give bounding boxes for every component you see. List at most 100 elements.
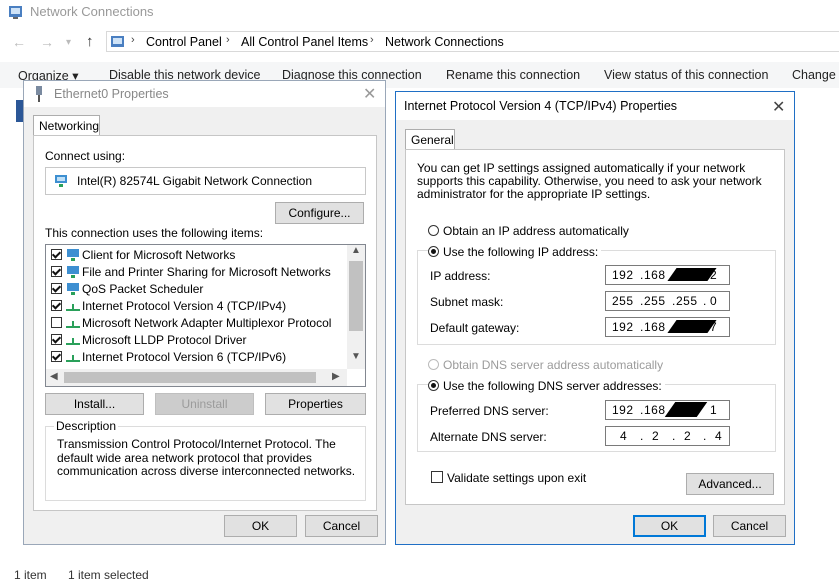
ip-octet: 0 xyxy=(710,294,718,308)
item-label: Client for Microsoft Networks xyxy=(82,248,236,262)
ethernet-icon xyxy=(36,86,42,102)
change-settings-command[interactable]: Change s xyxy=(792,68,839,82)
components-list[interactable]: Client for Microsoft Networks File and P… xyxy=(45,244,366,387)
checkbox-checked[interactable] xyxy=(51,266,62,277)
obtain-dns-auto-option[interactable]: Obtain DNS server address automatically xyxy=(428,358,663,372)
back-arrow-icon[interactable]: ← xyxy=(12,34,26,50)
item-label: File and Printer Sharing for Microsoft N… xyxy=(82,265,331,279)
view-status-command[interactable]: View status of this connection xyxy=(604,68,768,82)
checkbox-checked[interactable] xyxy=(51,249,62,260)
subnet-mask-field[interactable]: 255 . 255 . 255 . 0 xyxy=(605,291,730,311)
ip-octet: 1 xyxy=(710,403,718,417)
tab-label: Networking xyxy=(39,119,100,133)
ok-button[interactable]: OK xyxy=(633,515,706,537)
dialog-title-bar: Internet Protocol Version 4 (TCP/IPv4) P… xyxy=(396,92,794,120)
list-item[interactable]: QoS Packet Scheduler xyxy=(51,281,347,298)
protocol-icon xyxy=(66,304,80,311)
item-label: Microsoft Network Adapter Multiplexor Pr… xyxy=(82,316,332,330)
rename-command[interactable]: Rename this connection xyxy=(446,68,580,82)
breadcrumb-all-items[interactable]: All Control Panel Items xyxy=(241,35,368,49)
close-icon[interactable]: ✕ xyxy=(772,97,785,117)
subnet-mask-label: Subnet mask: xyxy=(430,295,504,309)
file-sharing-icon xyxy=(67,266,79,278)
advanced-button[interactable]: Advanced... xyxy=(686,473,774,495)
ip-octet: 4 xyxy=(715,429,723,443)
breadcrumb-control-panel[interactable]: Control Panel xyxy=(146,35,222,49)
recent-dropdown-icon[interactable]: ▾ xyxy=(66,37,71,48)
adapter-name: Intel(R) 82574L Gigabit Network Connecti… xyxy=(77,174,313,188)
ip-address-field[interactable]: 192 . 168 2 xyxy=(605,265,730,285)
scroll-up-icon[interactable]: ▲ xyxy=(351,245,361,256)
client-network-icon xyxy=(67,249,79,261)
checkbox-checked[interactable] xyxy=(51,334,62,345)
breadcrumb-network-connections[interactable]: Network Connections xyxy=(385,35,504,49)
control-panel-icon xyxy=(9,6,22,19)
default-gateway-label: Default gateway: xyxy=(430,321,520,335)
alternate-dns-field[interactable]: 4 . 2 . 2 . 4 xyxy=(605,426,730,446)
list-item[interactable]: Internet Protocol Version 4 (TCP/IPv4) xyxy=(51,298,347,315)
breadcrumb-separator-icon: › xyxy=(370,34,374,46)
checkbox-checked[interactable] xyxy=(51,351,62,362)
install-button[interactable]: Install... xyxy=(45,393,144,415)
horizontal-scrollbar[interactable]: ◀ ▶ xyxy=(46,369,347,386)
list-item[interactable]: File and Printer Sharing for Microsoft N… xyxy=(51,264,347,281)
hscroll-thumb[interactable] xyxy=(64,372,316,383)
checkbox-checked[interactable] xyxy=(51,300,62,311)
properties-button[interactable]: Properties xyxy=(265,393,366,415)
list-item[interactable]: Internet Protocol Version 6 (TCP/IPv6) xyxy=(51,349,347,366)
radio-selected[interactable] xyxy=(428,380,439,391)
radio-selected[interactable] xyxy=(428,246,439,257)
dialog-title: Internet Protocol Version 4 (TCP/IPv4) P… xyxy=(404,99,678,113)
preferred-dns-label: Preferred DNS server: xyxy=(430,404,549,418)
ok-button[interactable]: OK xyxy=(224,515,297,537)
ethernet-properties-dialog: Ethernet0 Properties ✕ Networking Connec… xyxy=(23,80,386,545)
description-label: Description xyxy=(54,419,119,433)
uninstall-button[interactable]: Uninstall xyxy=(155,393,254,415)
tab-networking[interactable]: Networking xyxy=(33,115,100,136)
ip-octet: 2 xyxy=(710,268,718,282)
cancel-button[interactable]: Cancel xyxy=(305,515,378,537)
scroll-left-icon[interactable]: ◀ xyxy=(50,371,58,382)
protocol-icon xyxy=(66,338,80,345)
default-gateway-field[interactable]: 192 . 168 7 xyxy=(605,317,730,337)
cancel-button[interactable]: Cancel xyxy=(713,515,786,537)
tab-label: General xyxy=(411,133,454,147)
list-item[interactable]: Client for Microsoft Networks xyxy=(51,247,347,264)
forward-arrow-icon[interactable]: → xyxy=(40,34,54,50)
scroll-right-icon[interactable]: ▶ xyxy=(332,371,340,382)
scroll-down-icon[interactable]: ▼ xyxy=(351,351,361,362)
breadcrumb-separator-icon: › xyxy=(131,34,135,46)
validate-settings-option[interactable]: Validate settings upon exit xyxy=(431,471,586,485)
use-following-dns-option[interactable]: Use the following DNS server addresses: xyxy=(428,379,665,393)
checkbox-unchecked[interactable] xyxy=(51,317,62,328)
checkbox-unchecked[interactable] xyxy=(431,471,443,483)
radio-unselected[interactable] xyxy=(428,225,439,236)
ip-octet: 4 xyxy=(620,429,628,443)
vertical-scrollbar[interactable]: ▲ ▼ xyxy=(347,245,365,369)
configure-button[interactable]: Configure... xyxy=(275,202,364,224)
items-label: This connection uses the following items… xyxy=(45,226,264,240)
preferred-dns-field[interactable]: 192 . 168 1 xyxy=(605,400,730,420)
scroll-thumb[interactable] xyxy=(349,261,363,331)
redaction-mark xyxy=(664,402,708,417)
general-panel: You can get IP settings assigned automat… xyxy=(405,149,785,505)
ip-octet: 168 xyxy=(644,403,666,417)
option-label: Obtain an IP address automatically xyxy=(443,224,629,238)
ip-octet: 192 xyxy=(612,320,634,334)
tab-general[interactable]: General xyxy=(405,129,455,150)
list-item[interactable]: Microsoft LLDP Protocol Driver xyxy=(51,332,347,349)
protocol-icon xyxy=(66,321,80,328)
radio-disabled[interactable] xyxy=(428,359,439,370)
use-following-ip-option[interactable]: Use the following IP address: xyxy=(428,245,602,259)
checkbox-checked[interactable] xyxy=(51,283,62,294)
up-arrow-icon[interactable]: ↑ xyxy=(86,33,94,50)
adapter-field[interactable]: Intel(R) 82574L Gigabit Network Connecti… xyxy=(45,167,366,195)
protocol-icon xyxy=(66,355,80,362)
close-icon[interactable]: ✕ xyxy=(363,84,376,104)
ip-octet: 255 xyxy=(644,294,666,308)
ip-octet: 168 xyxy=(644,268,666,282)
dialog-title: Ethernet0 Properties xyxy=(54,87,169,101)
obtain-ip-auto-option[interactable]: Obtain an IP address automatically xyxy=(428,224,629,238)
list-item[interactable]: Microsoft Network Adapter Multiplexor Pr… xyxy=(51,315,347,332)
dialog-title-bar: Ethernet0 Properties ✕ xyxy=(24,81,385,107)
